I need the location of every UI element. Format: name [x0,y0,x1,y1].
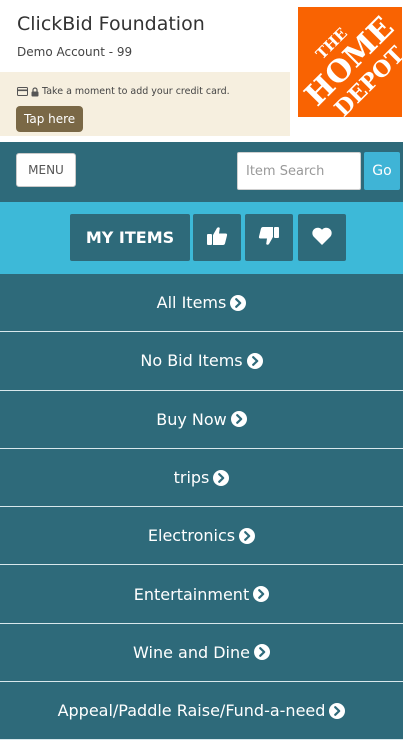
notice-text: Take a moment to add your credit card. [42,86,230,97]
credit-card-notice: Take a moment to add your credit card. T… [0,72,290,136]
category-list: All Items No Bid Items Buy Now trips Electro… [0,274,403,740]
category-label: Buy Now [156,409,227,429]
header: ClickBid Foundation Demo Account - 99 Ta… [0,0,403,142]
category-label: Entertainment [133,584,250,604]
category-label: trips [173,468,210,488]
category-label: Wine and Dine [133,642,250,662]
category-item[interactable]: All Items [0,274,403,333]
home-depot-logo: THE HOME DEPOT [298,7,402,117]
chevron-circle-right-icon [230,411,247,428]
filter-bar: MY ITEMS [0,202,403,274]
category-label: No Bid Items [140,351,243,371]
thumbs-down-icon [258,226,280,250]
chevron-circle-right-icon [253,586,270,603]
chevron-circle-right-icon [239,527,256,544]
category-item[interactable]: No Bid Items [0,332,403,391]
chevron-circle-right-icon [253,644,270,661]
thumbs-up-icon [206,226,228,250]
thumbs-down-button[interactable] [245,214,293,261]
category-label: Electronics [147,526,236,546]
favorites-button[interactable] [298,214,346,261]
thumbs-up-button[interactable] [193,214,241,261]
category-item[interactable]: trips [0,448,403,508]
heart-icon [311,226,333,250]
top-toolbar: MENU Go [0,142,403,202]
category-item[interactable]: Appeal/Paddle Raise/Fund-a-need [0,682,403,740]
category-label: Appeal/Paddle Raise/Fund-a-need [57,701,326,721]
org-name: ClickBid Foundation [17,13,205,35]
category-label: All Items [156,293,227,313]
item-search-input[interactable] [237,152,361,190]
menu-button[interactable]: MENU [16,153,76,187]
my-items-button[interactable]: MY ITEMS [70,214,190,261]
chevron-circle-right-icon [230,294,247,311]
chevron-circle-right-icon [213,469,230,486]
credit-card-icon [17,87,28,96]
chevron-circle-right-icon [246,352,263,369]
category-item[interactable]: Buy Now [0,390,403,449]
tap-here-button[interactable]: Tap here [16,106,84,132]
chevron-circle-right-icon [329,702,346,719]
account-label: Demo Account - 99 [17,45,133,59]
lock-icon [31,86,39,97]
category-item[interactable]: Electronics [0,507,403,566]
go-button[interactable]: Go [364,152,400,190]
category-item[interactable]: Entertainment [0,565,403,624]
category-item[interactable]: Wine and Dine [0,623,403,683]
